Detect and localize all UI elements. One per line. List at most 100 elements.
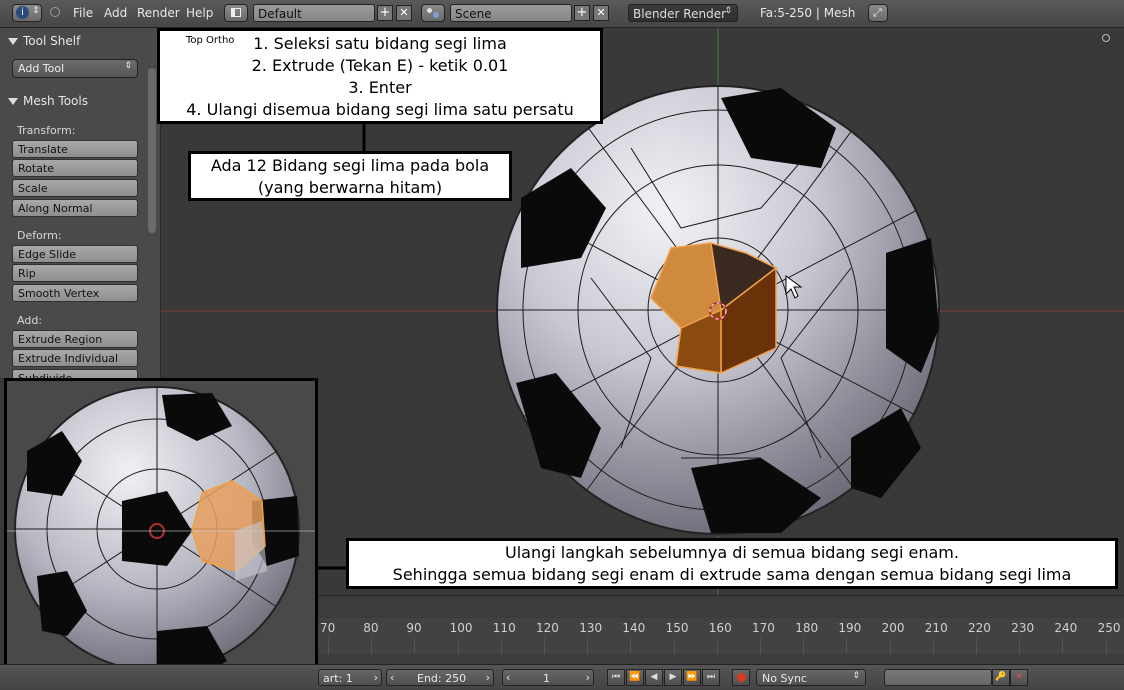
chevron-left-icon: ‹ [390, 671, 395, 684]
chevron-updown-icon: ⇕ [124, 61, 132, 71]
edge-slide-button[interactable]: Edge Slide [12, 245, 138, 263]
timeline-tick-line [673, 638, 675, 654]
timeline-tick-line [1105, 638, 1107, 654]
timeline-tick-label: 130 [579, 621, 603, 635]
scene-stats: Fa:5-250 | Mesh [760, 6, 856, 20]
current-frame-field[interactable]: ‹ 1 › [502, 669, 594, 686]
timeline-tick-line [803, 638, 805, 654]
render-engine-select[interactable]: Blender Render ⇕ [628, 4, 738, 22]
delete-keyframe-button[interactable]: ✕ [1010, 669, 1028, 686]
timeline-editor[interactable]: 70 80 90 100 110 120 130 140 150 160 170 180 190 200 2… [318, 595, 1124, 666]
sync-mode-select[interactable]: No Sync ⇕ [756, 669, 866, 686]
along-normal-button[interactable]: Along Normal [12, 199, 138, 217]
timeline-tick-line [889, 638, 891, 654]
info-header: i ⇕ File Add Render Help Default + ✕ Sce… [0, 0, 1124, 28]
add-layout-icon[interactable]: + [377, 5, 393, 21]
add-scene-icon[interactable]: + [574, 5, 590, 21]
menu-add[interactable]: Add [104, 6, 127, 20]
menu-file[interactable]: File [73, 6, 93, 20]
layout-browse-button[interactable] [224, 4, 248, 22]
scene-name-field[interactable]: Scene [450, 4, 572, 22]
jump-keyframe-forward-button[interactable]: ⏩ [683, 669, 701, 686]
transform-label: Transform: [17, 124, 76, 137]
rip-button[interactable]: Rip [12, 264, 138, 282]
playback-bar: art: 1 › ‹ End: 250 › ‹ 1 › ⏮ ⏪ ◀ ▶ ⏩ ⏭ No Sy… [0, 664, 1124, 690]
timeline-tick-line [760, 638, 761, 654]
extrude-individual-button[interactable]: Extrude Individual [12, 349, 138, 367]
scale-button[interactable]: Scale [12, 179, 138, 197]
timeline-ruler[interactable]: 70 80 90 100 110 120 130 140 150 160 170 180 190 200 2… [318, 618, 1124, 654]
step-line-4: 4. Ulangi disemua bidang segi lima satu … [186, 100, 574, 119]
timeline-tick-line [846, 638, 848, 654]
timeline-tick-label: 90 [406, 621, 422, 635]
start-frame-value: art: 1 [323, 672, 353, 685]
end-frame-field[interactable]: ‹ End: 250 › [386, 669, 494, 686]
pentagon-note: Ada 12 Bidang segi lima pada bola (yang … [188, 151, 512, 201]
hexagon-note-line-2: Sehingga semua bidang segi enam di extru… [392, 565, 1072, 584]
timeline-tick-label: 220 [968, 621, 991, 635]
sync-mode-value: No Sync [762, 672, 807, 685]
keying-set-field[interactable] [884, 669, 992, 686]
play-button[interactable]: ▶ [664, 669, 682, 686]
tool-shelf-title: Tool Shelf [23, 34, 81, 48]
record-button[interactable] [732, 669, 750, 686]
timeline-tick-line [457, 638, 459, 654]
soccer-ball-mesh [496, 85, 940, 535]
jump-keyframe-back-button[interactable]: ⏪ [626, 669, 644, 686]
play-reverse-button[interactable]: ◀ [645, 669, 663, 686]
chevron-right-icon: › [585, 671, 590, 684]
pentagon-note-line-2: (yang berwarna hitam) [257, 178, 443, 197]
key-delete-icon: ✕ [1015, 672, 1023, 682]
jump-start-button[interactable]: ⏮ [607, 669, 625, 686]
collapse-triangle-icon [8, 98, 18, 105]
extrude-region-button[interactable]: Extrude Region [12, 330, 138, 348]
fullscreen-button[interactable]: ⤢ [868, 4, 888, 22]
rewind-icon: ⏪ [629, 672, 641, 682]
viewport-split-icon[interactable] [1102, 34, 1110, 42]
chevron-updown-icon: ⇕ [724, 6, 732, 16]
timeline-tick-line [716, 638, 718, 654]
add-tool-label: Add Tool [18, 62, 65, 75]
mesh-tools-header[interactable]: Mesh Tools [8, 94, 88, 108]
jump-end-button[interactable]: ⏭ [702, 669, 720, 686]
timeline-tick-line [500, 638, 502, 654]
subdivide-button[interactable]: Subdivide [12, 369, 138, 378]
scene-browse-button[interactable] [421, 4, 445, 22]
delete-scene-icon[interactable]: ✕ [593, 5, 609, 21]
collapse-icon[interactable] [50, 7, 60, 17]
step-line-2: 2. Extrude (Tekan E) - ketik 0.01 [251, 56, 509, 75]
delete-layout-icon[interactable]: ✕ [396, 5, 412, 21]
timeline-tick-line [544, 638, 545, 654]
chevron-left-icon: ‹ [506, 671, 511, 684]
timeline-tick-line [932, 638, 934, 654]
steps-note: Top Ortho 1. Seleksi satu bidang segi li… [157, 28, 603, 124]
timeline-tick-label: 150 [665, 621, 689, 635]
tool-shelf-header[interactable]: Tool Shelf [8, 34, 80, 48]
add-tool-select[interactable]: Add Tool ⇕ [12, 59, 138, 78]
timeline-tick-label: 140 [622, 621, 646, 635]
step-line-3: 3. Enter [348, 78, 412, 97]
menu-help[interactable]: Help [186, 6, 213, 20]
start-frame-field[interactable]: art: 1 › [318, 669, 382, 686]
smooth-vertex-button[interactable]: Smooth Vertex [12, 284, 138, 302]
timeline-tick-label: 200 [881, 621, 905, 635]
menu-render[interactable]: Render [137, 6, 180, 20]
editor-type-button[interactable]: i ⇕ [12, 4, 42, 22]
insert-keyframe-button[interactable]: 🔑 [992, 669, 1010, 686]
fast-forward-icon: ⏩ [686, 672, 698, 682]
info-icon: i [16, 6, 29, 19]
timeline-tick-line [1019, 638, 1021, 654]
timeline-tick-label: 180 [795, 621, 819, 635]
timeline-tick-line [371, 638, 373, 654]
layout-name-field[interactable]: Default [253, 4, 375, 22]
rotate-button[interactable]: Rotate [12, 159, 138, 177]
timeline-tick-label: 190 [838, 621, 862, 635]
translate-button[interactable]: Translate [12, 140, 138, 158]
timeline-ticks: 70 80 90 100 110 120 130 140 150 160 170 180 190 200 2… [318, 618, 1124, 654]
tool-shelf-scrollbar[interactable] [148, 68, 156, 233]
play-icon: ▶ [669, 672, 677, 682]
record-icon [736, 673, 746, 682]
timeline-tick-label: 240 [1054, 621, 1078, 635]
timeline-tick-label: 120 [536, 621, 559, 635]
timeline-tick-label: 110 [492, 621, 516, 635]
